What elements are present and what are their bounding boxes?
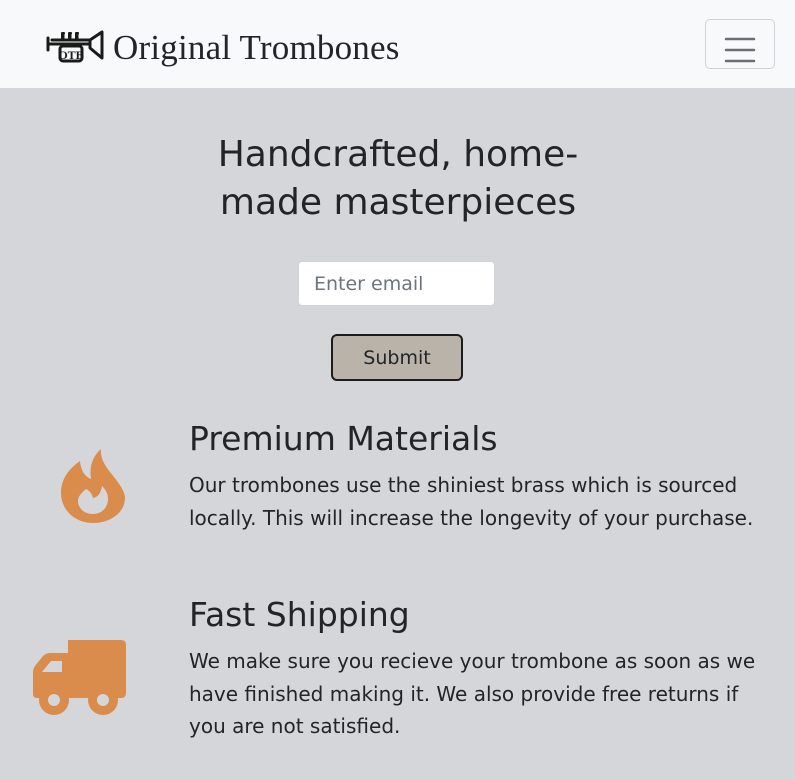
submit-button[interactable]: Submit [331, 334, 463, 381]
hero-title: Handcrafted, home-made masterpieces [217, 134, 579, 223]
feature-title-premium-materials: Premium Materials [189, 419, 498, 458]
feature-title-fast-shipping: Fast Shipping [189, 595, 410, 634]
email-input[interactable] [298, 261, 495, 306]
brand-link[interactable]: OTB Original Trombones [46, 26, 400, 70]
feature-text-premium-materials: Our trombones use the shiniest brass whi… [189, 473, 754, 530]
feature-text-fast-shipping: We make sure you recieve your trombone a… [189, 649, 756, 738]
brand-name: Original Trombones [113, 28, 400, 67]
truck-icon [33, 640, 126, 715]
trumpet-icon: OTB [46, 30, 104, 63]
hamburger-menu-icon [724, 37, 756, 62]
navbar: OTB Original Trombones [0, 0, 795, 88]
fire-icon [61, 449, 125, 523]
logo-monogram: OTB [58, 48, 83, 62]
menu-toggle-button[interactable] [705, 19, 775, 69]
